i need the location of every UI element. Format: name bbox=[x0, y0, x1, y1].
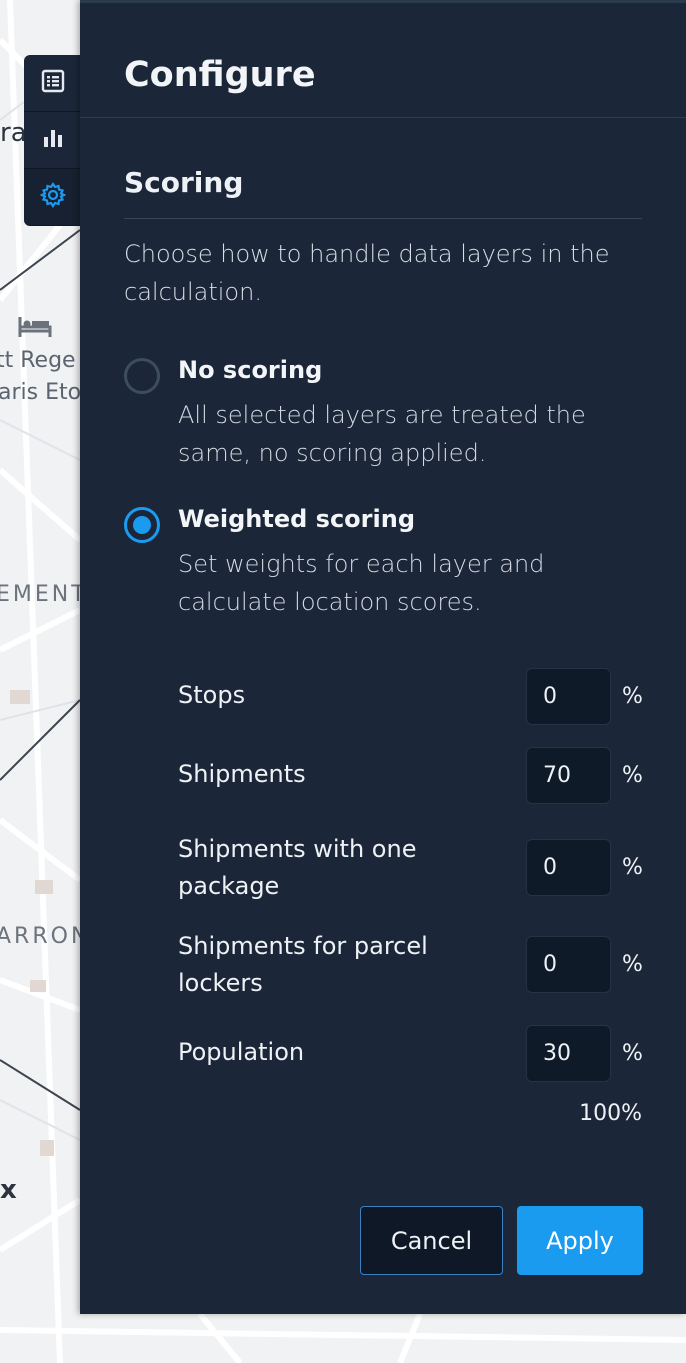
divider bbox=[80, 117, 686, 118]
panel-title: Configure bbox=[124, 55, 316, 95]
weight-row: Shipments with one package % bbox=[178, 831, 644, 905]
weight-input-shipments[interactable] bbox=[526, 747, 611, 804]
divider bbox=[124, 218, 642, 219]
radio-no-scoring[interactable] bbox=[124, 358, 160, 394]
weight-label: Stops bbox=[178, 681, 246, 709]
weight-label: Shipments for parcel lockers bbox=[178, 932, 428, 997]
weight-row: Population % bbox=[178, 1025, 644, 1082]
gear-icon bbox=[39, 182, 67, 212]
weights-total: 100% bbox=[579, 1101, 642, 1126]
configure-panel: Configure Scoring Choose how to handle d… bbox=[80, 0, 686, 1314]
weight-label: Shipments bbox=[178, 760, 306, 788]
map-label: tt Rege bbox=[0, 348, 76, 373]
weight-input-population[interactable] bbox=[526, 1025, 611, 1082]
map-label: x bbox=[0, 1175, 17, 1205]
cancel-button[interactable]: Cancel bbox=[360, 1206, 503, 1275]
weight-input-stops[interactable] bbox=[526, 668, 611, 725]
bar-chart-icon bbox=[42, 127, 64, 153]
section-title: Scoring bbox=[124, 166, 244, 199]
weight-row: Shipments % bbox=[178, 747, 644, 804]
weight-row: Shipments for parcel lockers % bbox=[178, 928, 644, 1002]
radio-weighted-scoring[interactable] bbox=[124, 507, 160, 543]
map-label: ra bbox=[0, 118, 27, 148]
percent-unit: % bbox=[622, 1041, 643, 1066]
option-description: All selected layers are treated the same… bbox=[178, 401, 586, 467]
weight-input-parcel-lockers[interactable] bbox=[526, 936, 611, 993]
option-label: Weighted scoring bbox=[178, 505, 415, 533]
percent-unit: % bbox=[622, 855, 643, 880]
list-icon bbox=[41, 69, 65, 97]
percent-unit: % bbox=[622, 952, 643, 977]
option-label: No scoring bbox=[178, 356, 323, 384]
percent-unit: % bbox=[622, 684, 643, 709]
weight-label: Shipments with one package bbox=[178, 835, 417, 900]
weight-label: Population bbox=[178, 1038, 305, 1066]
weight-row: Stops % bbox=[178, 668, 644, 725]
map-label: EMENT bbox=[0, 582, 88, 607]
map-label: aris Etoi bbox=[0, 380, 88, 405]
percent-unit: % bbox=[622, 763, 643, 788]
settings-button[interactable] bbox=[24, 169, 82, 226]
apply-button[interactable]: Apply bbox=[517, 1206, 643, 1275]
chart-view-button[interactable] bbox=[24, 112, 82, 169]
option-weighted-scoring[interactable]: Weighted scoring Set weights for each la… bbox=[124, 505, 654, 625]
weight-input-shipments-one-package[interactable] bbox=[526, 839, 611, 896]
list-view-button[interactable] bbox=[24, 55, 82, 112]
map-label: ARRON bbox=[0, 924, 91, 949]
side-rail bbox=[24, 55, 82, 226]
option-description: Set weights for each layer and calculate… bbox=[178, 550, 545, 616]
section-description: Choose how to handle data layers in the … bbox=[124, 240, 610, 306]
option-no-scoring[interactable]: No scoring All selected layers are treat… bbox=[124, 356, 654, 476]
